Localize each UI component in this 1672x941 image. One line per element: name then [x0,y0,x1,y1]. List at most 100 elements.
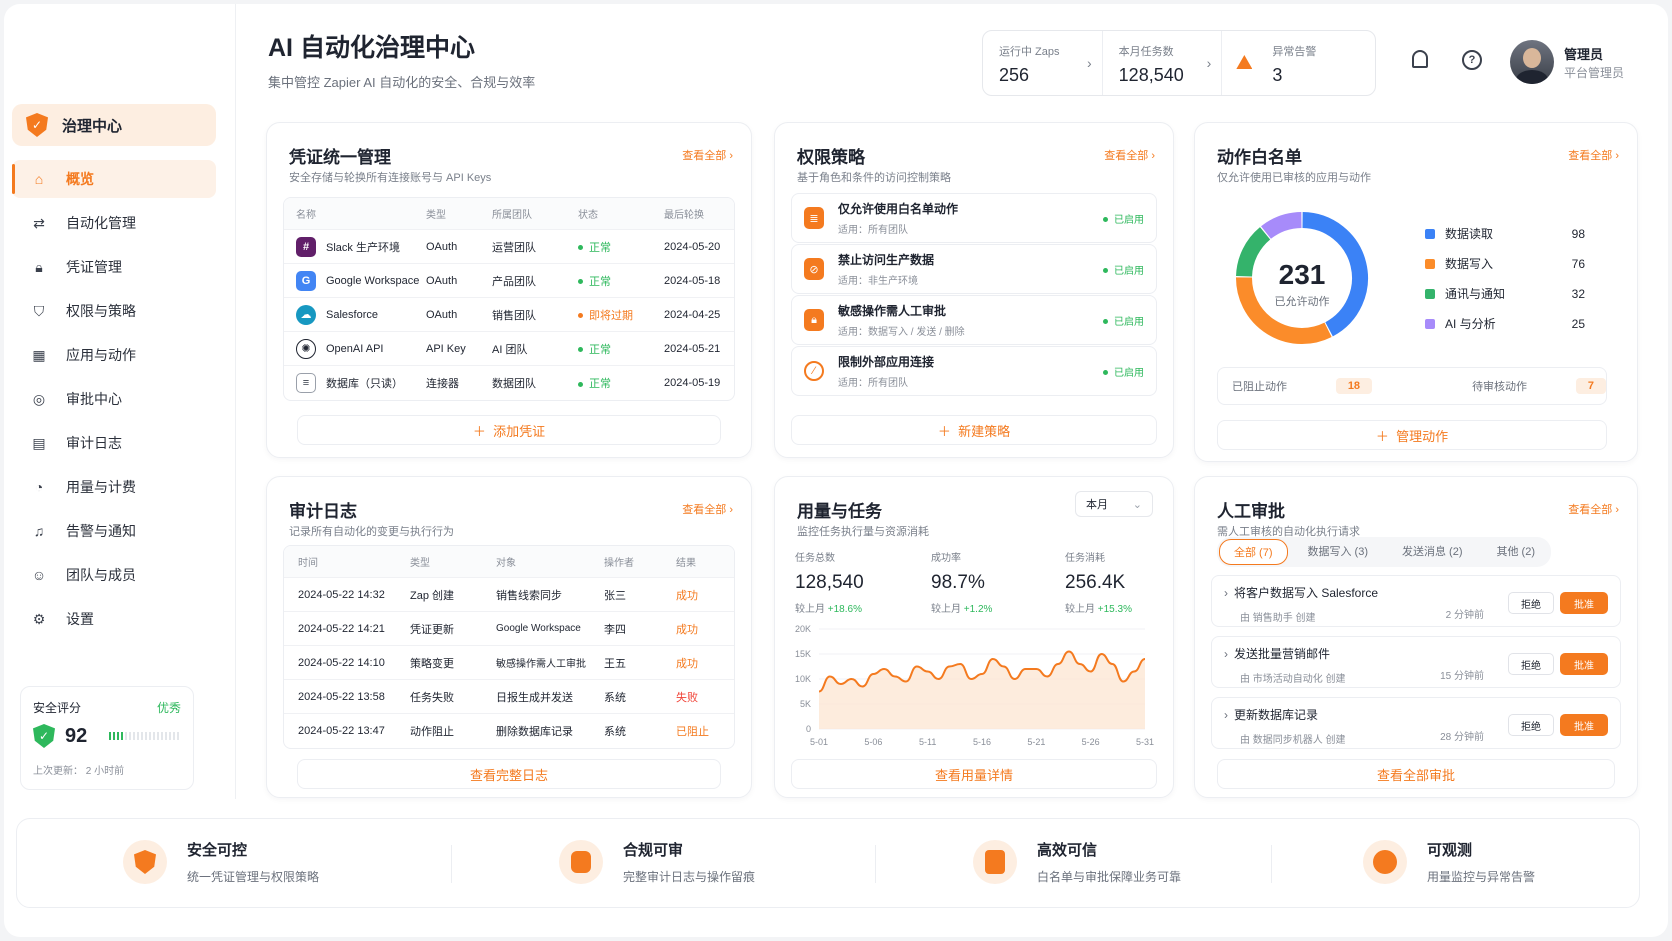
policy-item[interactable]: 🔒︎ 敏感操作需人工审批 适用：数据写入 / 发送 / 删除 已启用 [791,295,1157,345]
donut-total: 231 [1278,259,1326,290]
table-row[interactable]: 2024-05-22 13:58 任务失败 日报生成并发送 系统 失败 [284,680,734,714]
card-title: 审计日志 [289,502,357,521]
stat-running-zaps[interactable]: 运行中 Zaps 256 › [983,31,1103,95]
view-all-link[interactable]: 查看全部 › [1568,147,1619,163]
policy-item[interactable]: ⁄ 限制外部应用连接 适用：所有团队 已启用 [791,346,1157,396]
table-row[interactable]: ≡ 数据库（只读） 连接器 数据团队 正常 2024-05-19 [284,366,734,400]
bell-icon[interactable] [1412,50,1428,68]
sidebar-item-approvals[interactable]: ◎ 审批中心 [12,380,216,418]
stat-monthly-tasks[interactable]: 本月任务数 128,540 › [1103,31,1223,95]
home-icon: ⌂ [34,171,44,187]
sidebar-item-credentials[interactable]: 🔒︎ 凭证管理 [12,248,216,286]
table-row[interactable]: ✺ OpenAI API API Key AI 团队 正常 2024-05-21 [284,332,734,366]
donut-center: 231 已允许动作 [1231,259,1373,309]
table-row[interactable]: G Google Workspace OAuth 产品团队 正常 2024-05-18 [284,264,734,298]
legend-item: AI 与分析 25 [1425,315,1585,332]
legend-swatch [1425,318,1435,329]
table-row[interactable]: 2024-05-22 14:21 凭证更新 Google Workspace 李四 成功 [284,612,734,646]
view-all-link[interactable]: 查看全部 › [1568,501,1619,517]
security-score-card: 安全评分 优秀 ✓ 92 上次更新： 2 小时前 [20,686,194,790]
table-row[interactable]: # Slack 生产环境 OAuth 运营团队 正常 2024-05-20 [284,230,734,264]
sidebar-item-policies[interactable]: ⛉ 权限与策略 [12,292,216,330]
approval-item[interactable]: › 将客户数据写入 Salesforce 由 销售助手 创建 2 分钟前 拒绝 批准 [1211,575,1621,627]
pie-icon: ◔ [34,479,44,495]
bell-icon: ♫ [33,523,45,539]
sidebar-item-alerts[interactable]: ♫ 告警与通知 [12,512,216,550]
sidebar-item-label: 审批中心 [66,391,122,407]
sidebar-item-overview[interactable]: ⌂ 概览 [12,160,216,198]
page-subtitle: 集中管控 Zapier AI 自动化的安全、合规与效率 [268,75,536,90]
table-header: 名称 类型 所属团队 状态 最后轮换 [284,198,734,230]
whitelist-card: 动作白名单 仅允许使用已审核的应用与动作 查看全部 › 231 已允许动作 数据… [1194,122,1638,462]
card-desc: 安全存储与轮换所有连接账号与 API Keys [289,172,492,184]
legend-swatch [1425,288,1435,299]
approval-item[interactable]: › 发送批量营销邮件由 市场活动自动化 创建 15 分钟前 拒绝 批准 [1211,636,1621,688]
ban-icon: ⁄ [804,361,824,381]
add-credential-button[interactable]: ＋ 添加凭证 [297,415,721,445]
table-row[interactable]: 2024-05-22 13:47 动作阻止 删除数据库记录 系统 已阻止 [284,714,734,748]
approvals-card: 人工审批 需人工审核的自动化执行请求 查看全部 › 全部 (7) 数据写入 (3… [1194,476,1638,798]
table-row[interactable]: 2024-05-22 14:10 策略变更 敏感操作需人工审批 王五 成功 [284,646,734,680]
user-role: 平台管理员 [1564,66,1625,80]
tab-send-message[interactable]: 发送消息 (2) [1388,539,1477,565]
view-all-link[interactable]: 查看全部 › [682,147,733,163]
policy-item[interactable]: ⊘ 禁止访问生产数据 适用：非生产环境 已启用 [791,244,1157,294]
stat-value: 3 [1272,65,1283,85]
stat-alerts[interactable]: 异常告警 3 [1222,31,1375,95]
sidebar-item-label: 团队与成员 [66,567,136,583]
tab-data-write[interactable]: 数据写入 (3) [1294,539,1383,565]
legend-swatch [1425,258,1435,269]
donut-label: 已允许动作 [1274,296,1330,308]
x-tick-label: 5-11 [919,737,936,747]
manage-actions-button[interactable]: ＋ 管理动作 [1217,420,1607,450]
sidebar-item-settings[interactable]: ⚙ 设置 [12,600,216,638]
page-title: AI 自动化治理中心 [268,34,475,62]
tab-other[interactable]: 其他 (2) [1483,539,1550,565]
reject-button[interactable]: 拒绝 [1508,653,1554,675]
new-policy-button[interactable]: ＋ 新建策略 [791,415,1157,445]
sidebar-item-automation[interactable]: ⇄ 自动化管理 [12,204,216,242]
card-title: 权限策略 [797,148,865,167]
card-title: 动作白名单 [1217,148,1302,167]
approve-button[interactable]: 批准 [1560,653,1608,675]
sidebar-item-label: 自动化管理 [66,215,136,231]
sidebar-item-team[interactable]: ☺ 团队与成员 [12,556,216,594]
period-select[interactable]: 本月 ⌄ [1075,491,1153,517]
approval-item[interactable]: › 更新数据库记录由 数据同步机器人 创建 28 分钟前 拒绝 批准 [1211,697,1621,749]
table-row[interactable]: 2024-05-22 14:32 Zap 创建 销售线索同步 张三 成功 [284,578,734,612]
reject-button[interactable]: 拒绝 [1508,592,1554,614]
view-full-log-button[interactable]: 查看完整日志 [297,759,721,789]
credentials-card: 凭证统一管理 安全存储与轮换所有连接账号与 API Keys 查看全部 › 名称… [266,122,752,458]
policies-card: 权限策略 基于角色和条件的访问控制策略 查看全部 › ≣ 仅允许使用白名单动作 适用… [774,122,1174,458]
reject-button[interactable]: 拒绝 [1508,714,1554,736]
x-tick-label: 5-06 [864,737,882,747]
table-row[interactable]: ☁ Salesforce OAuth 销售团队 即将过期 2024-04-25 [284,298,734,332]
card-desc: 记录所有自动化的变更与执行行为 [289,526,454,538]
chevron-right-icon: › [1224,647,1228,661]
monitor-icon [1363,840,1407,884]
openai-icon: ✺ [296,338,316,359]
avatar[interactable] [1510,40,1554,84]
view-all-approvals-button[interactable]: 查看全部审批 [1217,759,1615,789]
divider [875,845,876,883]
tab-all[interactable]: 全部 (7) [1219,539,1288,565]
approve-button[interactable]: 批准 [1560,592,1608,614]
view-all-link[interactable]: 查看全部 › [682,501,733,517]
score-value: 92 [65,724,88,747]
stat-value: 128,540 [1118,65,1184,85]
sidebar-item-usage[interactable]: ◔ 用量与计费 [12,468,216,506]
check-circle-icon: ◎ [32,390,46,407]
feature-compliance: 合规可审 完整审计日志与操作留痕 [559,839,755,885]
view-all-link[interactable]: 查看全部 › [1104,147,1155,163]
y-tick-label: 10K [795,674,811,684]
sidebar-brand[interactable]: ✓ 治理中心 [12,104,216,146]
gear-icon: ⚙ [32,610,46,627]
policy-item[interactable]: ≣ 仅允许使用白名单动作 适用：所有团队 已启用 [791,193,1157,243]
approve-button[interactable]: 批准 [1560,714,1608,736]
sidebar-item-apps[interactable]: ▦ 应用与动作 [12,336,216,374]
sidebar-item-audit[interactable]: ▤ 审计日志 [12,424,216,462]
salesforce-icon: ☁ [296,304,316,325]
y-tick-label: 0 [806,724,811,734]
view-usage-detail-button[interactable]: 查看用量详情 [791,759,1157,789]
help-icon[interactable]: ? [1462,50,1482,70]
